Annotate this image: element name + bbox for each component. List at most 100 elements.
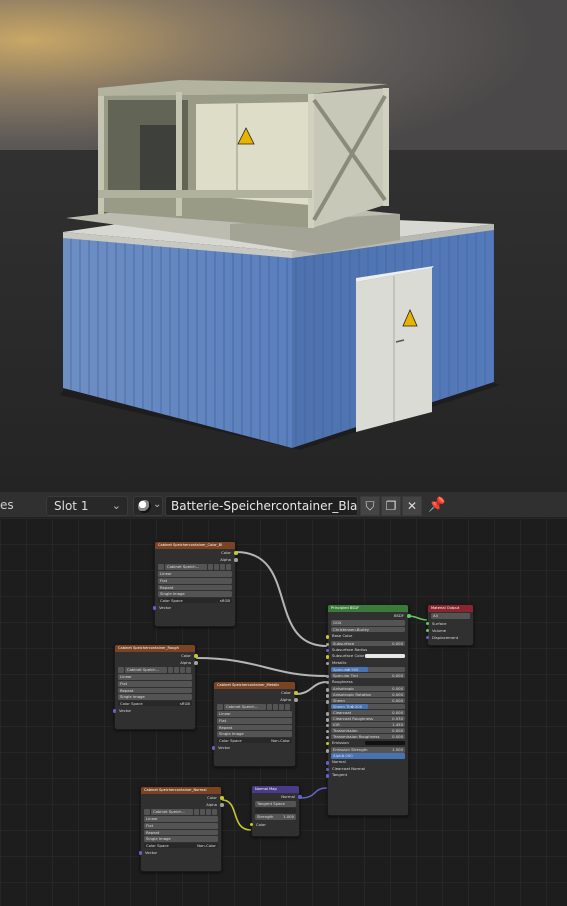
bsdf-input-base-color[interactable]: Base Color [325,633,408,640]
input-socket[interactable] [325,767,329,772]
bsdf-input-clearcoat-roughness[interactable]: Clearcoat Roughness 0.030 [325,716,405,722]
bsdf-input-transmission[interactable]: Transmission 0.000 [325,727,405,734]
distribution-dropdown[interactable]: GGX [331,620,405,626]
normal-output[interactable]: Normal [252,793,302,800]
bsdf-output[interactable]: BSDF [328,612,411,619]
input-socket[interactable] [325,749,329,753]
bsdf-input-sheen-tint[interactable]: Sheen Tint0.500 [331,704,405,710]
image-texture-node-normal[interactable]: Cabinet Speichercontainer_Normal Color A… [138,786,224,872]
bsdf-input-subsurface-color[interactable]: Subsurface Color [325,653,408,660]
material-slot-dropdown[interactable]: Slot 1 ⌄ [46,496,128,516]
bsdf-input-subsurface[interactable]: Subsurface 0.000 [325,640,405,647]
alpha-output[interactable]: Alpha [214,696,298,703]
source-dropdown[interactable]: Single Image [118,694,192,700]
target-dropdown[interactable]: All [431,613,470,619]
interpolation-dropdown[interactable]: Linear [118,674,192,680]
input-socket[interactable] [325,718,329,722]
interpolation-dropdown[interactable]: Linear [158,571,232,577]
bsdf-input-ior[interactable]: IOR 1.450 [325,721,405,728]
image-selector[interactable]: Cabinet Speich... [118,667,192,674]
bsdf-input-roughness[interactable]: Roughness [325,679,408,686]
bsdf-input-anisotropic-rotation[interactable]: Anisotropic Rotation 0.000 [325,692,405,698]
extension-dropdown[interactable]: Repeat [118,687,192,694]
displacement-input[interactable]: Displacement [425,634,473,641]
source-dropdown[interactable]: Single Image [217,731,292,737]
normal-map-node[interactable]: Normal Map Normal Tangent Space Strength… [249,785,302,837]
image-selector[interactable]: Cabinet Speich... [158,564,232,571]
principled-bsdf-node[interactable]: Principled BSDF BSDF GGX Christensen-Bur… [325,604,411,816]
bsdf-input-clearcoat-normal[interactable]: Clearcoat Normal [325,766,408,773]
browse-material-button[interactable]: ⌄ [133,496,163,516]
vector-input[interactable]: Vector [211,744,295,751]
image-texture-node-roughness[interactable]: Cabinet Speichercontainer_Rough Color Al… [112,644,198,730]
color-output[interactable]: Color [155,549,238,556]
input-socket[interactable] [325,761,329,765]
material-name-field[interactable]: Batterie-Speichercontainer_Blau [165,496,358,516]
bsdf-input-anisotropic[interactable]: Anisotropic 0.000 [325,686,405,692]
input-socket[interactable] [325,648,329,653]
input-socket[interactable] [325,729,329,734]
vector-input[interactable]: Vector [112,707,195,714]
bsdf-input-emission[interactable]: Emission [325,740,408,747]
input-socket[interactable] [325,688,329,692]
color-space-dropdown[interactable]: Color Space Non-Color [217,737,292,744]
input-socket[interactable] [325,774,329,778]
input-socket[interactable] [325,741,329,746]
bsdf-input-transmission-roughness[interactable]: Transmission Roughness 0.000 [325,733,405,740]
input-socket[interactable] [325,642,329,647]
color-input[interactable]: Color [249,821,299,828]
image-texture-node-color[interactable]: Cabinet Speichercontainer_Color_Bl Color… [152,541,238,627]
color-output[interactable]: Color [141,794,224,801]
source-dropdown[interactable]: Single Image [158,591,232,597]
volume-input[interactable]: Volume [425,627,473,634]
input-socket[interactable] [325,680,329,685]
interpolation-dropdown[interactable]: Linear [144,816,218,822]
color-swatch[interactable] [365,654,405,659]
projection-dropdown[interactable]: Flat [217,717,292,724]
bsdf-input-emission-strength[interactable]: Emission Strength 1.000 [325,747,405,753]
projection-dropdown[interactable]: Flat [118,680,192,687]
bsdf-input-specular-tint[interactable]: Specular Tint 0.000 [325,672,405,679]
color-space-dropdown[interactable]: Color Space sRGB [158,597,232,604]
pin-icon[interactable]: 📌 [428,497,445,513]
extension-dropdown[interactable]: Repeat [158,584,232,591]
input-socket[interactable] [325,661,329,666]
image-selector[interactable]: Cabinet Speich... [217,704,292,711]
bsdf-input-tangent[interactable]: Tangent [325,772,408,779]
material-output-node[interactable]: Material Output All Surface Volume Displ… [425,604,474,646]
subsurface-method-dropdown[interactable]: Christensen-Burley [331,626,405,633]
surface-input[interactable]: Surface [425,620,473,627]
interpolation-dropdown[interactable]: Linear [217,711,292,717]
image-selector[interactable]: Cabinet Speich... [144,809,218,816]
input-socket[interactable] [325,712,329,716]
bsdf-input-sheen[interactable]: Sheen 0.000 [325,698,405,704]
fake-user-button[interactable]: ⛉ [360,496,380,516]
input-socket[interactable] [325,694,329,698]
source-dropdown[interactable]: Single Image [144,836,218,842]
bsdf-input-specular[interactable]: Specular0.500 [331,666,405,673]
vector-input[interactable]: Vector [138,849,221,856]
color-swatch[interactable] [365,741,405,746]
bsdf-input-normal[interactable]: Normal [325,759,408,766]
input-socket[interactable] [325,735,329,740]
alpha-output[interactable]: Alpha [155,556,238,563]
space-dropdown[interactable]: Tangent Space [255,801,296,807]
projection-dropdown[interactable]: Flat [158,577,232,584]
bsdf-input-clearcoat[interactable]: Clearcoat 0.000 [325,710,405,716]
bsdf-input-alpha[interactable]: Alpha1.000 [331,753,405,759]
color-space-dropdown[interactable]: Color Space Non-Color [144,842,218,849]
alpha-output[interactable]: Alpha [115,659,198,666]
image-texture-node-metallic[interactable]: Cabinet Speichercontainer_Metalic Color … [211,681,298,767]
bsdf-input-metallic[interactable]: Metallic [325,660,408,667]
unlink-material-button[interactable]: ✕ [402,496,422,516]
alpha-output[interactable]: Alpha [141,801,224,808]
input-socket[interactable] [325,700,329,704]
input-socket[interactable] [325,635,329,639]
extension-dropdown[interactable]: Repeat [144,829,218,836]
uv-map-field[interactable] [255,807,296,814]
render-viewport[interactable] [0,0,567,491]
node-editor[interactable]: Cabinet Speichercontainer_Color_Bl Color… [0,518,567,906]
color-output[interactable]: Color [115,652,198,659]
duplicate-material-button[interactable]: ❐ [381,496,401,516]
bsdf-input-subsurface-radius[interactable]: Subsurface Radius [325,647,408,654]
